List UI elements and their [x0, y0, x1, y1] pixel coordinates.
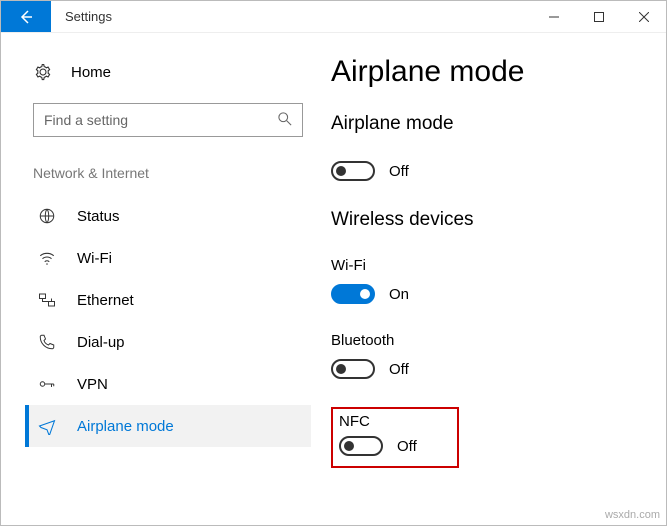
airplane-mode-toggle-row: Off: [331, 161, 656, 181]
sidebar-item-status[interactable]: Status: [25, 195, 311, 237]
sidebar-item-wifi[interactable]: Wi-Fi: [25, 237, 311, 279]
section-header: Network & Internet: [25, 157, 311, 195]
vpn-icon: [37, 375, 57, 393]
page-title: Airplane mode: [331, 55, 656, 89]
bluetooth-state: Off: [389, 361, 409, 378]
wifi-toggle-row: On: [331, 284, 656, 304]
airplane-mode-heading: Airplane mode: [331, 113, 656, 135]
sidebar-item-label: Dial-up: [77, 334, 125, 351]
nfc-toggle[interactable]: [339, 436, 383, 456]
home-label: Home: [71, 64, 111, 81]
wifi-icon: [37, 249, 57, 267]
content: Home Find a setting Network & Internet S…: [1, 33, 666, 525]
sidebar-item-label: Airplane mode: [77, 418, 174, 435]
maximize-button[interactable]: [576, 1, 621, 32]
nfc-label: NFC: [339, 413, 417, 430]
sidebar-item-label: Wi-Fi: [77, 250, 112, 267]
wifi-toggle[interactable]: [331, 284, 375, 304]
sidebar-item-dialup[interactable]: Dial-up: [25, 321, 311, 363]
sidebar-item-vpn[interactable]: VPN: [25, 363, 311, 405]
close-icon: [639, 12, 649, 22]
home-button[interactable]: Home: [25, 57, 311, 97]
minimize-icon: [549, 12, 559, 22]
globe-icon: [37, 207, 57, 225]
nfc-state: Off: [397, 438, 417, 455]
maximize-icon: [594, 12, 604, 22]
sidebar-item-label: Status: [77, 208, 120, 225]
search-input[interactable]: Find a setting: [33, 103, 303, 137]
minimize-button[interactable]: [531, 1, 576, 32]
sidebar-item-label: VPN: [77, 376, 108, 393]
wifi-state: On: [389, 286, 409, 303]
search-icon: [278, 112, 292, 129]
window-controls: [531, 1, 666, 32]
search-placeholder: Find a setting: [44, 112, 128, 128]
bluetooth-label: Bluetooth: [331, 332, 656, 349]
titlebar: Settings: [1, 1, 666, 33]
airplane-icon: [37, 417, 57, 435]
sidebar-item-ethernet[interactable]: Ethernet: [25, 279, 311, 321]
main-panel: Airplane mode Airplane mode Off Wireless…: [331, 33, 666, 525]
window-title: Settings: [51, 1, 531, 32]
airplane-mode-state: Off: [389, 163, 409, 180]
sidebar: Home Find a setting Network & Internet S…: [1, 33, 331, 525]
airplane-mode-toggle[interactable]: [331, 161, 375, 181]
phone-icon: [37, 333, 57, 351]
arrow-left-icon: [18, 9, 34, 25]
nfc-toggle-row: Off: [339, 436, 417, 456]
wifi-label: Wi-Fi: [331, 257, 656, 274]
bluetooth-toggle[interactable]: [331, 359, 375, 379]
bluetooth-toggle-row: Off: [331, 359, 656, 379]
wireless-heading: Wireless devices: [331, 209, 656, 231]
back-button[interactable]: [1, 1, 51, 32]
sidebar-item-label: Ethernet: [77, 292, 134, 309]
nfc-highlight: NFC Off: [331, 407, 459, 468]
watermark: wsxdn.com: [605, 509, 660, 521]
ethernet-icon: [37, 291, 57, 309]
sidebar-item-airplane[interactable]: Airplane mode: [25, 405, 311, 447]
close-button[interactable]: [621, 1, 666, 32]
gear-icon: [33, 63, 53, 81]
